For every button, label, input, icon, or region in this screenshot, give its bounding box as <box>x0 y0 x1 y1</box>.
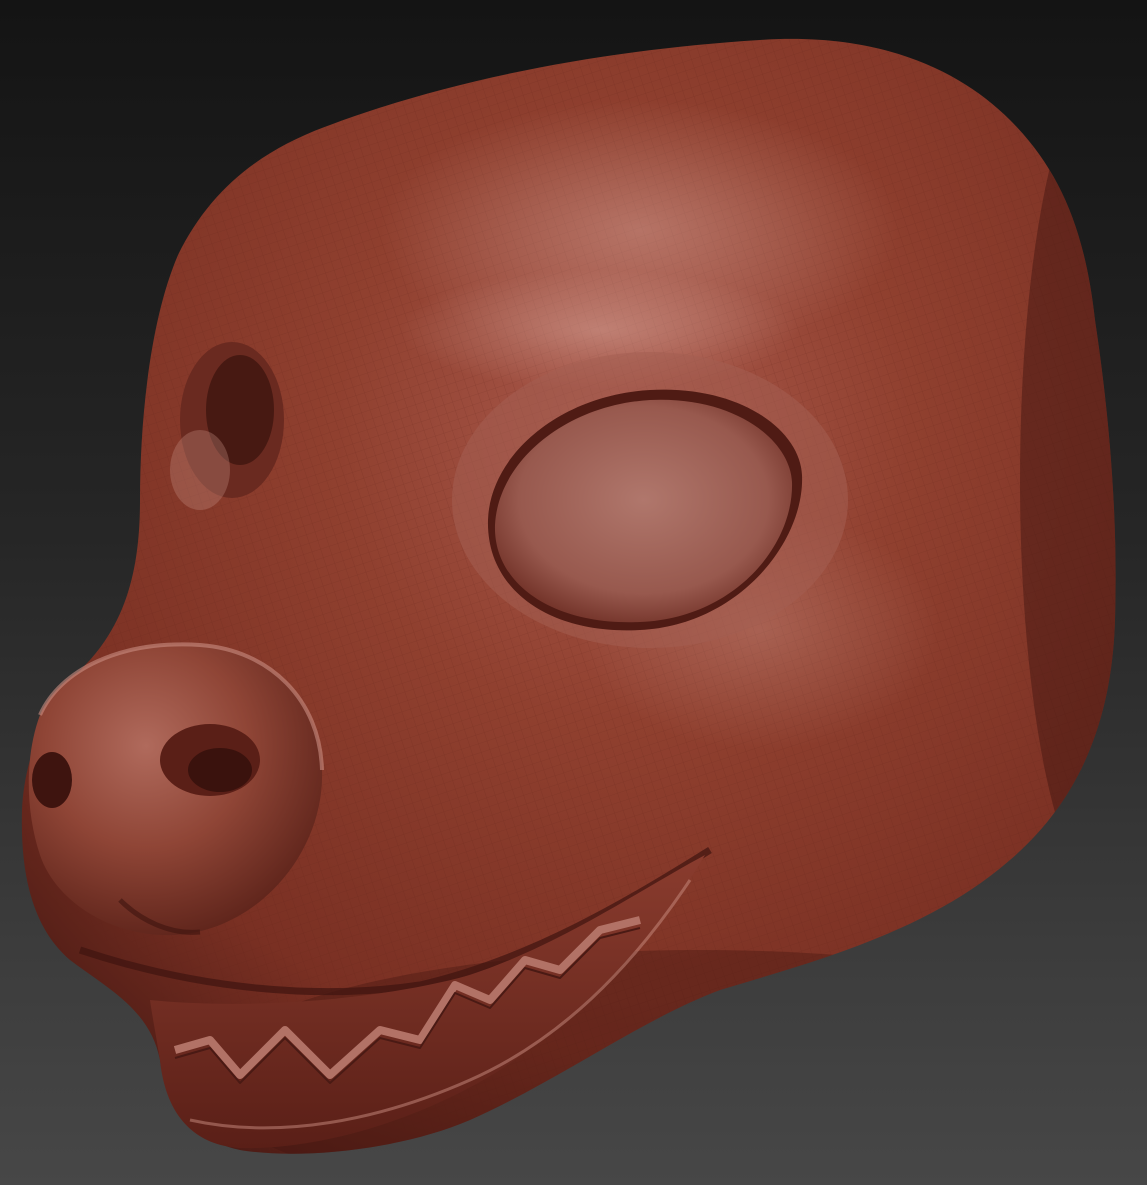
nostril-left <box>32 752 72 808</box>
render-viewport[interactable] <box>0 0 1147 1185</box>
right-eye-socket <box>452 352 848 648</box>
sculpt-render <box>21 38 1116 1154</box>
